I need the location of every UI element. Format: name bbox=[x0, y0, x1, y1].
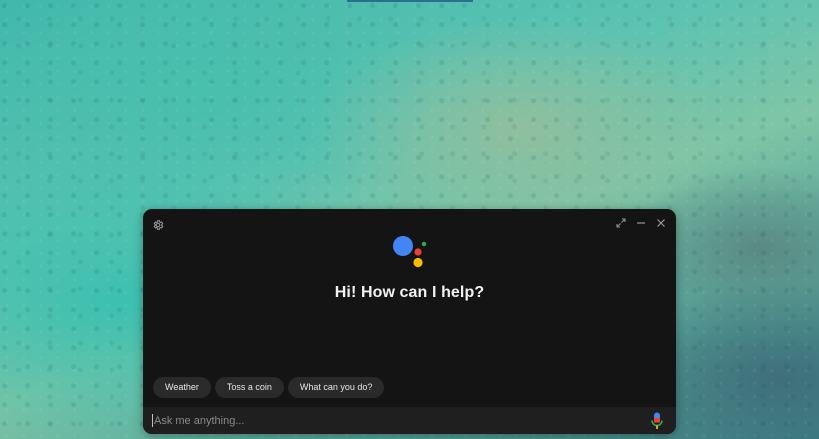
google-assistant-logo bbox=[392, 235, 428, 271]
logo-yellow-dot bbox=[413, 257, 423, 268]
close-icon[interactable] bbox=[655, 217, 667, 229]
top-edge-indicator bbox=[347, 0, 473, 2]
window-controls bbox=[615, 217, 667, 229]
desktop-wallpaper: Hi! How can I help? Weather Toss a coin … bbox=[0, 0, 819, 439]
expand-icon[interactable] bbox=[615, 217, 627, 229]
microphone-icon[interactable] bbox=[650, 412, 664, 430]
greeting-text: Hi! How can I help? bbox=[334, 284, 485, 301]
suggestion-chip-toss-a-coin[interactable]: Toss a coin bbox=[214, 377, 284, 398]
logo-green-dot bbox=[421, 241, 427, 247]
logo-red-dot bbox=[414, 248, 422, 256]
logo-blue-dot bbox=[393, 236, 413, 256]
suggestion-chip-what-can-you-do[interactable]: What can you do? bbox=[287, 377, 385, 398]
suggestion-chips: Weather Toss a coin What can you do? bbox=[153, 377, 385, 398]
ask-input[interactable] bbox=[152, 414, 650, 427]
minimize-icon[interactable] bbox=[635, 217, 647, 229]
gear-icon[interactable] bbox=[152, 218, 164, 230]
suggestion-chip-weather[interactable]: Weather bbox=[153, 377, 211, 398]
assistant-window: Hi! How can I help? Weather Toss a coin … bbox=[143, 209, 676, 434]
input-bar bbox=[143, 407, 676, 434]
